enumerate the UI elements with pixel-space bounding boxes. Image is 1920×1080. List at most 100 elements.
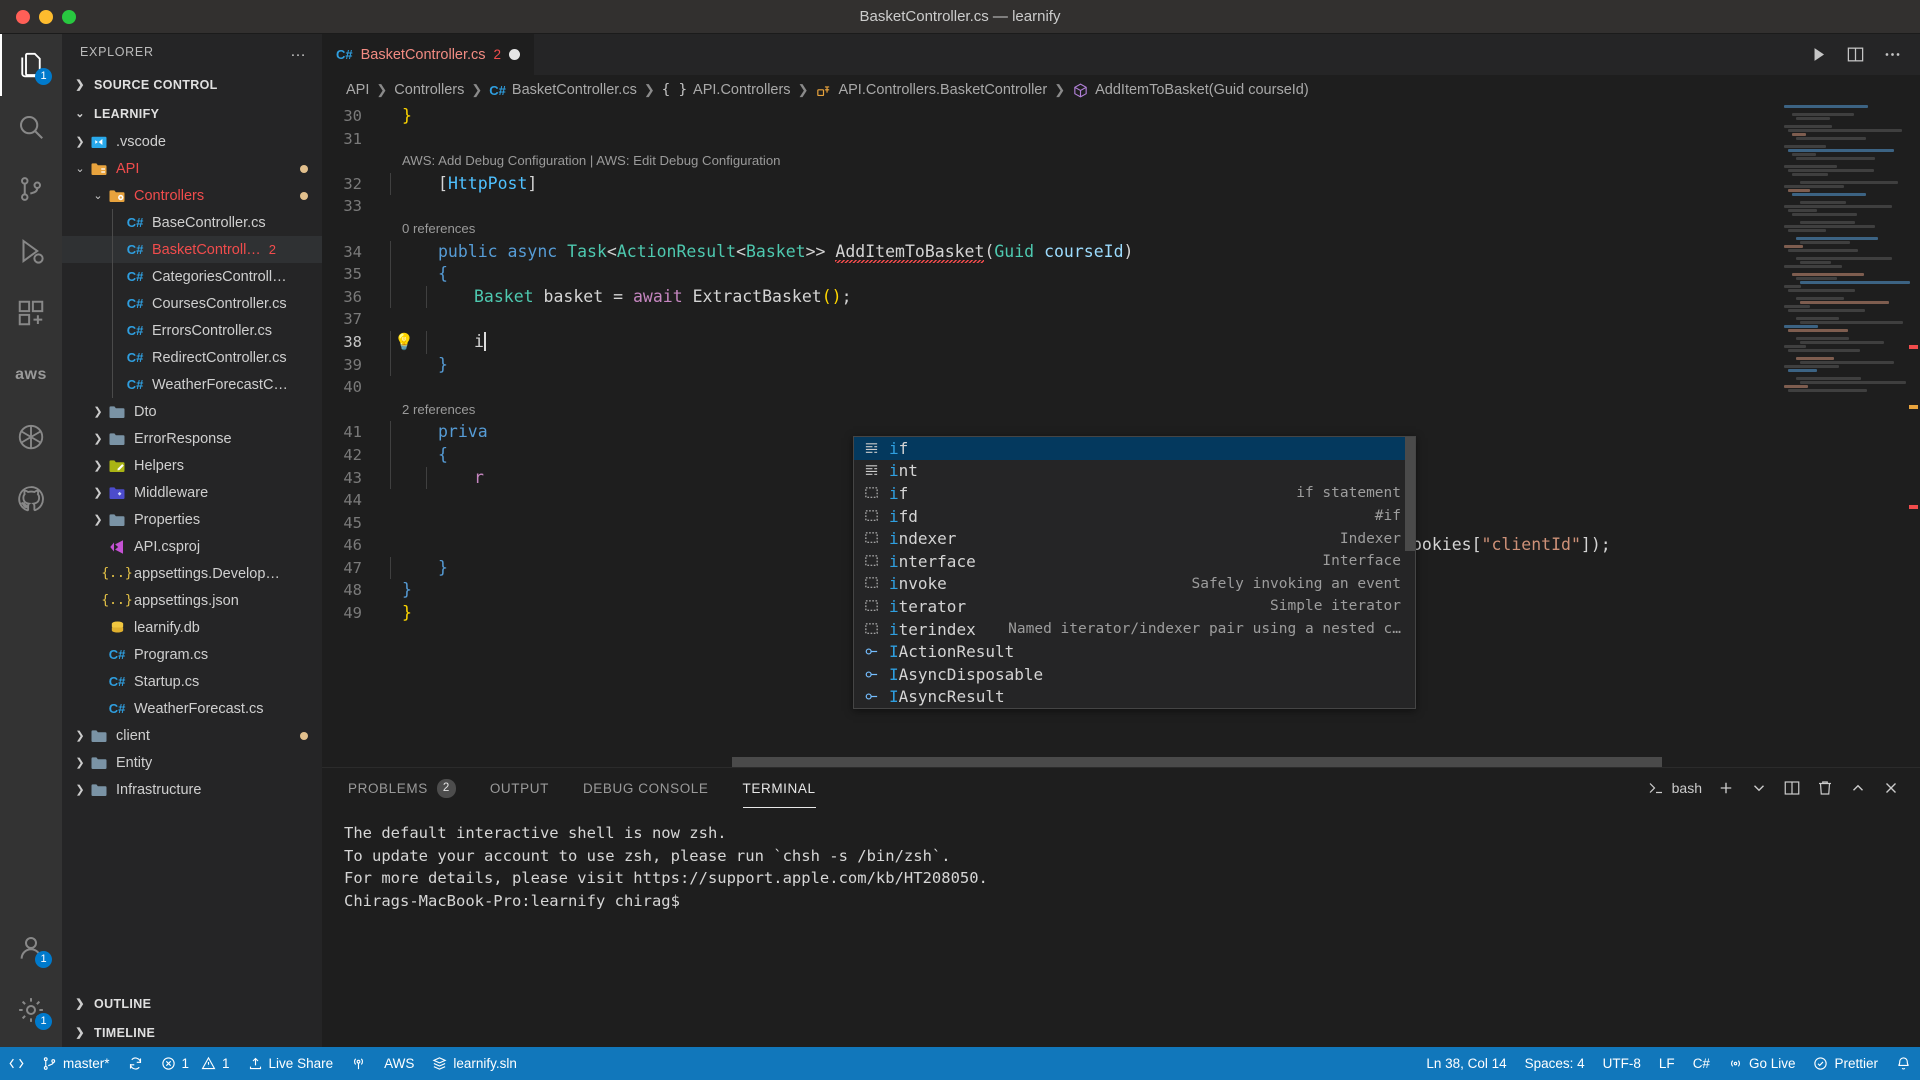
status-aws[interactable]: AWS <box>375 1047 423 1080</box>
status-cursor-position[interactable]: Ln 38, Col 14 <box>1417 1047 1515 1080</box>
status-language-mode[interactable]: C# <box>1684 1047 1719 1080</box>
activitybar-item-search[interactable] <box>0 96 62 158</box>
code-text[interactable]: } <box>388 579 412 602</box>
panel-tab-debug-console[interactable]: DEBUG CONSOLE <box>583 768 709 808</box>
tree-item-helpers[interactable]: ❯ Helpers <box>62 452 322 479</box>
tree-item-api[interactable]: ⌄ API <box>62 155 322 182</box>
editor-horizontal-scrollbar[interactable] <box>732 757 1662 767</box>
code-line[interactable]: 37 <box>322 308 1920 331</box>
tree-item-weatherforecastc-[interactable]: C# WeatherForecastC… <box>62 371 322 398</box>
code-line[interactable]: 38 💡 i <box>322 330 1920 354</box>
status-prettier[interactable]: Prettier <box>1804 1047 1887 1080</box>
tree-item-api-csproj[interactable]: API.csproj <box>62 533 322 560</box>
chevron-down-icon[interactable] <box>1750 779 1768 797</box>
tree-item-learnify-db[interactable]: learnify.db <box>62 614 322 641</box>
run-icon[interactable] <box>1809 45 1828 64</box>
tree-item-controllers[interactable]: ⌄ Controllers <box>62 182 322 209</box>
terminal-output[interactable]: The default interactive shell is now zsh… <box>322 808 1920 1047</box>
activitybar-item-accounts[interactable]: 1 <box>0 917 62 979</box>
panel-tab-output[interactable]: OUTPUT <box>490 768 549 808</box>
tree-item-middleware[interactable]: ❯ Middleware <box>62 479 322 506</box>
suggest-list[interactable]: if int if if statement ifd #if indexer Indexer i… <box>854 437 1415 708</box>
tree-item-properties[interactable]: ❯ Properties <box>62 506 322 533</box>
code-line[interactable]: 33 <box>322 195 1920 218</box>
suggest-item-iasyncresult[interactable]: IAsyncResult <box>854 686 1415 709</box>
split-editor-icon[interactable] <box>1846 45 1865 64</box>
breadcrumb-item-4[interactable]: API.Controllers.BasketController <box>815 82 1047 99</box>
code-text[interactable]: public async Task<ActionResult<Basket>> … <box>388 240 1133 264</box>
code-text[interactable]: Basket basket = await ExtractBasket(); <box>388 285 852 309</box>
suggest-scrollbar[interactable] <box>1405 437 1415 551</box>
maximize-window-button[interactable] <box>62 9 76 24</box>
code-text[interactable]: } <box>388 353 448 377</box>
activitybar-item-docker[interactable] <box>0 406 62 468</box>
status-remote-indicator[interactable] <box>0 1047 33 1080</box>
code-text[interactable]: priva <box>388 421 488 444</box>
close-icon[interactable] <box>1882 779 1900 797</box>
tree-item-startup-cs[interactable]: C# Startup.cs <box>62 668 322 695</box>
code-text[interactable]: { <box>388 263 448 286</box>
tree-item-redirectcontroller-cs[interactable]: C# RedirectController.cs <box>62 344 322 371</box>
trash-icon[interactable] <box>1816 779 1834 797</box>
code-text[interactable]: r <box>388 466 484 490</box>
suggest-item-interface[interactable]: interface Interface <box>854 550 1415 573</box>
window-controls[interactable] <box>0 9 76 24</box>
file-tree[interactable]: ❯ .vscode ⌄ API ⌄ Controllers C# BaseController… <box>62 128 322 989</box>
code-line[interactable]: 40 <box>322 376 1920 399</box>
split-terminal-icon[interactable] <box>1783 779 1801 797</box>
minimap[interactable] <box>1784 105 1911 767</box>
suggest-item-iasyncdisposable[interactable]: IAsyncDisposable <box>854 663 1415 686</box>
minimize-window-button[interactable] <box>39 9 53 24</box>
editor-tab-dirty-indicator[interactable] <box>509 49 521 60</box>
suggest-item-ifd[interactable]: ifd #if <box>854 505 1415 528</box>
status-eol[interactable]: LF <box>1650 1047 1684 1080</box>
status-go-live[interactable]: Go Live <box>1719 1047 1805 1080</box>
tree-item-basecontroller-cs[interactable]: C# BaseController.cs <box>62 209 322 236</box>
activitybar-item-settings[interactable]: 1 <box>0 979 62 1041</box>
suggest-item-invoke[interactable]: invoke Safely invoking an event <box>854 573 1415 596</box>
code-line[interactable]: 34 public async Task<ActionResult<Basket>… <box>322 240 1920 264</box>
activitybar-item-explorer[interactable]: 1 <box>0 34 62 96</box>
sidebar-more-actions-icon[interactable]: … <box>290 43 308 61</box>
suggest-item-if[interactable]: if <box>854 437 1415 460</box>
code-line[interactable]: 32 [HttpPost] <box>322 172 1920 196</box>
code-lens[interactable]: 2 references <box>322 399 1920 422</box>
code-lens-label[interactable]: AWS: Add Debug Configuration | AWS: Edit… <box>388 150 781 173</box>
suggest-widget[interactable]: if int if if statement ifd #if indexer Indexer i… <box>853 436 1416 710</box>
sidebar-section-timeline[interactable]: ❯ TIMELINE <box>62 1018 322 1047</box>
panel-tab-terminal[interactable]: TERMINAL <box>743 768 816 808</box>
tree-item-infrastructure[interactable]: ❯ Infrastructure <box>62 776 322 803</box>
activitybar-item-aws[interactable]: aws <box>0 344 62 406</box>
suggest-item-iactionresult[interactable]: IActionResult <box>854 640 1415 663</box>
status-live-share[interactable]: Live Share <box>239 1047 343 1080</box>
tree-item-coursescontroller-cs[interactable]: C# CoursesController.cs <box>62 290 322 317</box>
breadcrumb-item-3[interactable]: { } API.Controllers <box>662 82 791 98</box>
tree-item-client[interactable]: ❯ client <box>62 722 322 749</box>
breadcrumb-item-0[interactable]: API <box>346 82 369 98</box>
suggest-item-iterator[interactable]: iterator Simple iterator <box>854 595 1415 618</box>
code-text[interactable]: [HttpPost] <box>388 172 537 196</box>
tree-item-dto[interactable]: ❯ Dto <box>62 398 322 425</box>
status-branch[interactable]: master* <box>33 1047 119 1080</box>
sidebar-section-learnify[interactable]: ⌄ LEARNIFY <box>62 99 322 128</box>
code-text[interactable]: } <box>388 602 412 625</box>
breadcrumb-item-2[interactable]: C# BasketController.cs <box>489 82 637 98</box>
tree-item-weatherforecast-cs[interactable]: C# WeatherForecast.cs <box>62 695 322 722</box>
sidebar-section-outline[interactable]: ❯ OUTLINE <box>62 989 322 1018</box>
breadcrumb-item-1[interactable]: Controllers <box>394 82 464 98</box>
editor-tab-basketcontroller[interactable]: C# BasketController.cs 2 <box>322 34 536 75</box>
status-indentation[interactable]: Spaces: 4 <box>1516 1047 1594 1080</box>
breadcrumb-item-5[interactable]: AddItemToBasket(Guid courseId) <box>1072 82 1309 99</box>
activitybar-item-github[interactable] <box>0 468 62 530</box>
sidebar-section-source-control[interactable]: ❯ SOURCE CONTROL <box>62 70 322 99</box>
status-sync[interactable] <box>119 1047 152 1080</box>
panel-tab-problems[interactable]: PROBLEMS 2 <box>348 768 456 808</box>
code-editor[interactable]: 30} 31 AWS: Add Debug Configuration | AWS:… <box>322 105 1920 767</box>
code-lens-label[interactable]: 2 references <box>388 399 475 422</box>
code-line[interactable]: 36 Basket basket = await ExtractBasket(); <box>322 285 1920 309</box>
code-line[interactable]: 31 <box>322 128 1920 151</box>
tree-item--vscode[interactable]: ❯ .vscode <box>62 128 322 155</box>
activitybar-item-run-debug[interactable] <box>0 220 62 282</box>
code-text[interactable]: i <box>388 330 486 354</box>
code-line[interactable]: 35 { <box>322 263 1920 286</box>
